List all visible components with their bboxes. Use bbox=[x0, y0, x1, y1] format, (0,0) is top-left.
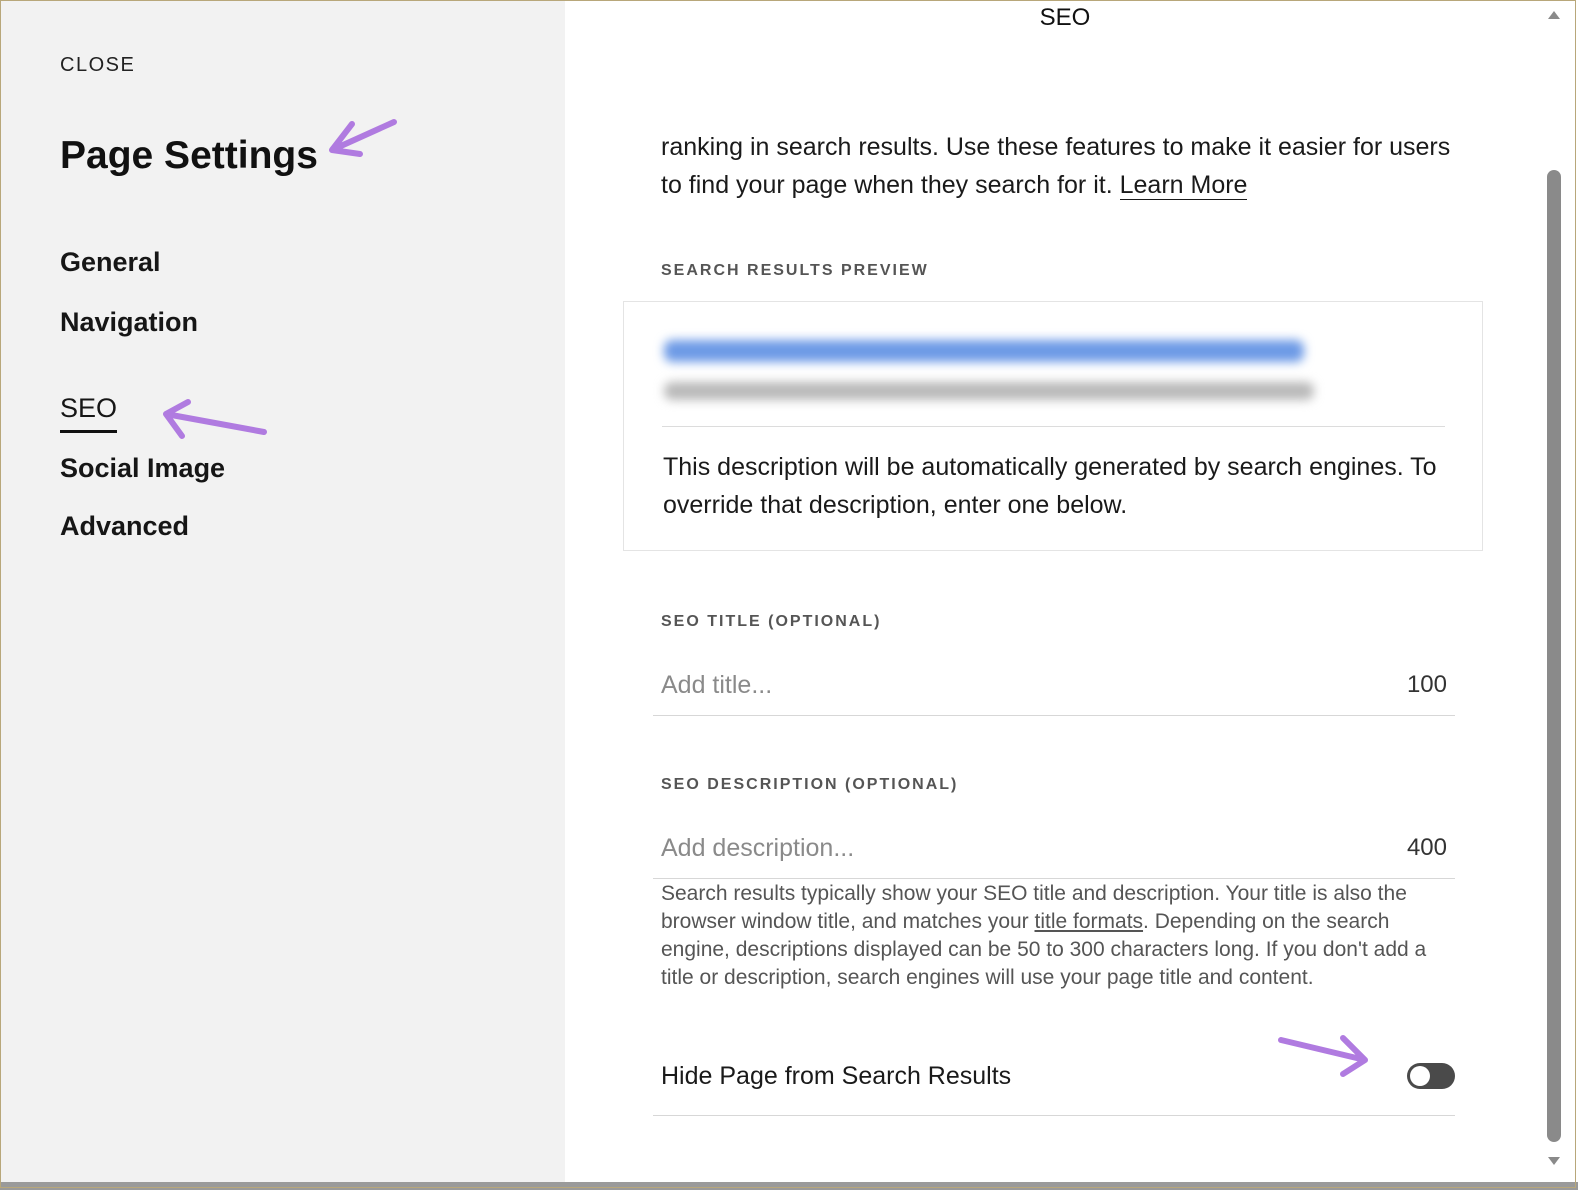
intro-paragraph: ranking in search results. Use these fea… bbox=[661, 133, 1451, 199]
hide-page-toggle[interactable] bbox=[1407, 1063, 1455, 1089]
seo-title-input[interactable] bbox=[661, 663, 1341, 707]
scrollbar[interactable] bbox=[1545, 0, 1563, 1182]
settings-sidebar: CLOSE Page Settings General Navigation S… bbox=[0, 0, 565, 1182]
seo-description-input[interactable] bbox=[661, 826, 1341, 870]
sidebar-item-advanced[interactable]: Advanced bbox=[60, 511, 189, 542]
annotation-arrow-icon bbox=[163, 399, 267, 439]
seo-title-char-count: 100 bbox=[1406, 671, 1447, 698]
sidebar-item-social-image[interactable]: Social Image bbox=[60, 453, 225, 484]
preview-divider bbox=[662, 426, 1445, 427]
seo-title-field: 100 bbox=[653, 663, 1455, 716]
seo-description-field: 400 bbox=[653, 826, 1455, 878]
annotation-arrow-icon bbox=[1278, 1035, 1368, 1077]
toggle-knob bbox=[1410, 1066, 1430, 1086]
sidebar-item-navigation[interactable]: Navigation bbox=[60, 307, 198, 338]
field-divider bbox=[653, 878, 1455, 879]
scroll-up-icon[interactable] bbox=[1547, 8, 1561, 22]
preview-description: This description will be automatically g… bbox=[663, 453, 1437, 519]
window-bottom-edge bbox=[0, 1182, 1578, 1190]
seo-panel: SEO ranking in search results. Use these… bbox=[565, 0, 1545, 1182]
search-results-preview: This description will be automatically g… bbox=[623, 301, 1483, 551]
scroll-down-icon[interactable] bbox=[1547, 1154, 1561, 1168]
close-button[interactable]: CLOSE bbox=[60, 54, 135, 77]
sidebar-item-general[interactable]: General bbox=[60, 247, 161, 278]
panel-title: SEO bbox=[1039, 4, 1091, 31]
preview-title-blur bbox=[664, 340, 1304, 362]
intro-text: ranking in search results. Use these fea… bbox=[661, 128, 1461, 204]
seo-description-char-count: 400 bbox=[1406, 834, 1447, 861]
seo-title-label: SEO TITLE (OPTIONAL) bbox=[661, 613, 882, 630]
page-title: Page Settings bbox=[60, 134, 318, 177]
seo-help-text: Search results typically show your SEO t… bbox=[661, 880, 1461, 992]
hide-page-label: Hide Page from Search Results bbox=[661, 1062, 1012, 1090]
title-formats-link[interactable]: title formats bbox=[1035, 910, 1144, 933]
preview-url-blur bbox=[664, 382, 1314, 400]
annotation-arrow-icon bbox=[329, 119, 397, 157]
search-results-preview-label: SEARCH RESULTS PREVIEW bbox=[661, 262, 929, 279]
learn-more-link[interactable]: Learn More bbox=[1119, 171, 1248, 200]
seo-description-label: SEO DESCRIPTION (OPTIONAL) bbox=[661, 776, 959, 793]
sidebar-item-seo[interactable]: SEO bbox=[60, 393, 118, 433]
scroll-thumb[interactable] bbox=[1547, 170, 1561, 1142]
